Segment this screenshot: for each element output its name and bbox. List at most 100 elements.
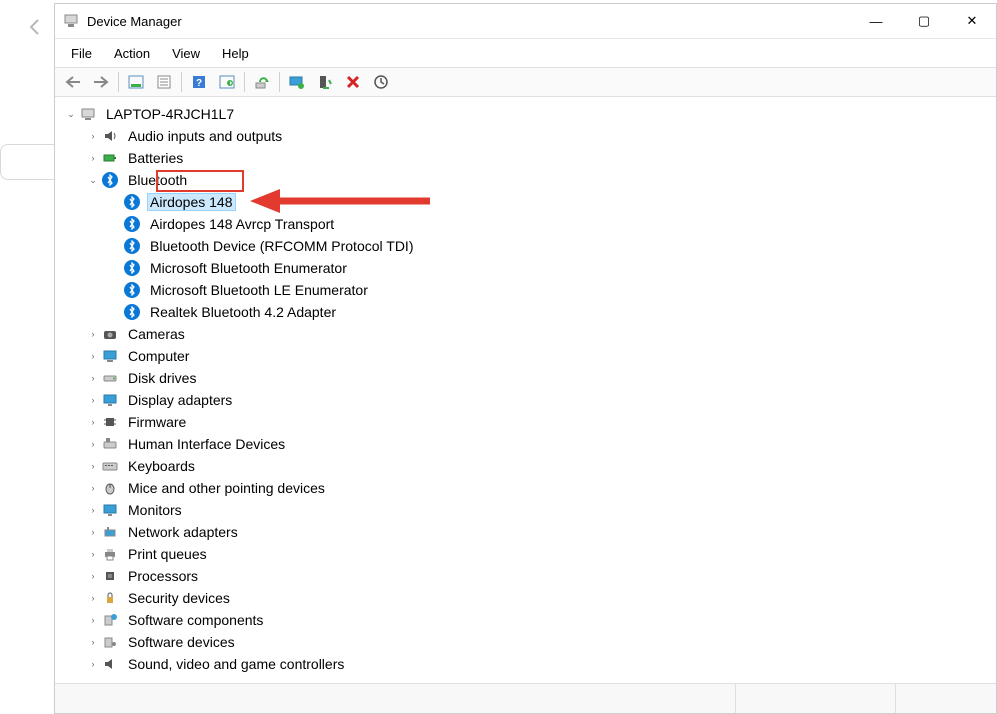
- properties-button[interactable]: [150, 70, 178, 94]
- chevron-right-icon[interactable]: ›: [85, 461, 101, 471]
- mouse-icon: [101, 479, 119, 497]
- category-network[interactable]: ›Network adapters: [85, 521, 992, 543]
- category-firmware[interactable]: ›Firmware: [85, 411, 992, 433]
- window-title: Device Manager: [87, 14, 852, 29]
- monitor-icon: [101, 501, 119, 519]
- device-manager-icon: [63, 13, 79, 29]
- scan-hardware-button[interactable]: [367, 70, 395, 94]
- statusbar: [55, 683, 996, 713]
- category-disk[interactable]: ›Disk drives: [85, 367, 992, 389]
- tree-root[interactable]: ⌄ LAPTOP-4RJCH1L7: [63, 103, 992, 125]
- printer-icon: [101, 545, 119, 563]
- toolbar: ?: [55, 67, 996, 97]
- chevron-right-icon[interactable]: ›: [85, 593, 101, 603]
- chevron-right-icon[interactable]: ›: [85, 417, 101, 427]
- category-monitors[interactable]: ›Monitors: [85, 499, 992, 521]
- enable-device-button[interactable]: [283, 70, 311, 94]
- bluetooth-icon: [101, 171, 119, 189]
- maximize-button[interactable]: ▢: [900, 4, 948, 38]
- show-hide-tree-button[interactable]: [122, 70, 150, 94]
- category-audio[interactable]: ›Audio inputs and outputs: [85, 125, 992, 147]
- security-icon: [101, 589, 119, 607]
- processor-icon: [101, 567, 119, 585]
- chevron-right-icon[interactable]: ›: [85, 637, 101, 647]
- chevron-right-icon[interactable]: ›: [85, 527, 101, 537]
- chevron-right-icon[interactable]: ›: [85, 549, 101, 559]
- chevron-down-icon[interactable]: ⌄: [85, 175, 101, 186]
- bluetooth-icon: [123, 281, 141, 299]
- bluetooth-icon: [123, 259, 141, 277]
- titlebar: Device Manager — ▢ ✕: [55, 4, 996, 39]
- bt-device[interactable]: Realtek Bluetooth 4.2 Adapter: [107, 301, 992, 323]
- chevron-right-icon[interactable]: ›: [85, 395, 101, 405]
- bluetooth-icon: [123, 237, 141, 255]
- hid-icon: [101, 435, 119, 453]
- chip-icon: [101, 413, 119, 431]
- bt-device[interactable]: Microsoft Bluetooth LE Enumerator: [107, 279, 992, 301]
- chevron-right-icon[interactable]: ›: [85, 329, 101, 339]
- bt-device[interactable]: Bluetooth Device (RFCOMM Protocol TDI): [107, 235, 992, 257]
- network-icon: [101, 523, 119, 541]
- action-button[interactable]: [213, 70, 241, 94]
- category-security[interactable]: ›Security devices: [85, 587, 992, 609]
- computer-icon: [79, 105, 97, 123]
- category-keyboards[interactable]: ›Keyboards: [85, 455, 992, 477]
- bt-device[interactable]: Microsoft Bluetooth Enumerator: [107, 257, 992, 279]
- selected-device-label[interactable]: Airdopes 148: [147, 193, 236, 211]
- bt-device[interactable]: Airdopes 148 Avrcp Transport: [107, 213, 992, 235]
- bluetooth-icon: [123, 193, 141, 211]
- chevron-right-icon[interactable]: ›: [85, 131, 101, 141]
- computer-icon: [101, 347, 119, 365]
- chevron-right-icon[interactable]: ›: [85, 505, 101, 515]
- help-button[interactable]: ?: [185, 70, 213, 94]
- chevron-right-icon[interactable]: ›: [85, 483, 101, 493]
- category-print[interactable]: ›Print queues: [85, 543, 992, 565]
- speaker-icon: [101, 127, 119, 145]
- bluetooth-icon: [123, 303, 141, 321]
- background-tab: [0, 144, 54, 180]
- chevron-right-icon[interactable]: ›: [85, 615, 101, 625]
- category-swdev[interactable]: ›Software devices: [85, 631, 992, 653]
- minimize-button[interactable]: —: [852, 4, 900, 38]
- chevron-right-icon[interactable]: ›: [85, 439, 101, 449]
- menu-action[interactable]: Action: [104, 42, 160, 65]
- nav-back-button[interactable]: [59, 70, 87, 94]
- chevron-right-icon[interactable]: ›: [85, 153, 101, 163]
- disable-device-button[interactable]: [311, 70, 339, 94]
- category-mice[interactable]: ›Mice and other pointing devices: [85, 477, 992, 499]
- category-processors[interactable]: ›Processors: [85, 565, 992, 587]
- chevron-right-icon[interactable]: ›: [85, 373, 101, 383]
- menu-help[interactable]: Help: [212, 42, 259, 65]
- category-batteries[interactable]: ›Batteries: [85, 147, 992, 169]
- bluetooth-icon: [123, 215, 141, 233]
- category-display[interactable]: ›Display adapters: [85, 389, 992, 411]
- expander-icon[interactable]: ⌄: [63, 109, 79, 120]
- category-computer[interactable]: ›Computer: [85, 345, 992, 367]
- update-driver-button[interactable]: [248, 70, 276, 94]
- camera-icon: [101, 325, 119, 343]
- browser-back-icon: [26, 17, 46, 42]
- chevron-right-icon[interactable]: ›: [85, 659, 101, 669]
- root-label[interactable]: LAPTOP-4RJCH1L7: [103, 105, 237, 123]
- chevron-right-icon[interactable]: ›: [85, 351, 101, 361]
- battery-icon: [101, 149, 119, 167]
- bt-device-airdopes[interactable]: Airdopes 148: [107, 191, 992, 213]
- category-bluetooth[interactable]: ⌄Bluetooth: [85, 169, 992, 191]
- category-sound[interactable]: ›Sound, video and game controllers: [85, 653, 992, 675]
- device-tree[interactable]: ⌄ LAPTOP-4RJCH1L7 ›Audio inputs and outp…: [55, 97, 996, 683]
- speaker-icon: [101, 655, 119, 673]
- category-hid[interactable]: ›Human Interface Devices: [85, 433, 992, 455]
- disk-icon: [101, 369, 119, 387]
- menu-view[interactable]: View: [162, 42, 210, 65]
- device-manager-window: Device Manager — ▢ ✕ File Action View He…: [54, 3, 997, 714]
- chevron-right-icon[interactable]: ›: [85, 571, 101, 581]
- uninstall-device-button[interactable]: [339, 70, 367, 94]
- category-swcomp[interactable]: ›Software components: [85, 609, 992, 631]
- display-icon: [101, 391, 119, 409]
- software-icon: [101, 611, 119, 629]
- nav-forward-button[interactable]: [87, 70, 115, 94]
- close-button[interactable]: ✕: [948, 4, 996, 38]
- menubar: File Action View Help: [55, 39, 996, 67]
- category-cameras[interactable]: ›Cameras: [85, 323, 992, 345]
- menu-file[interactable]: File: [61, 42, 102, 65]
